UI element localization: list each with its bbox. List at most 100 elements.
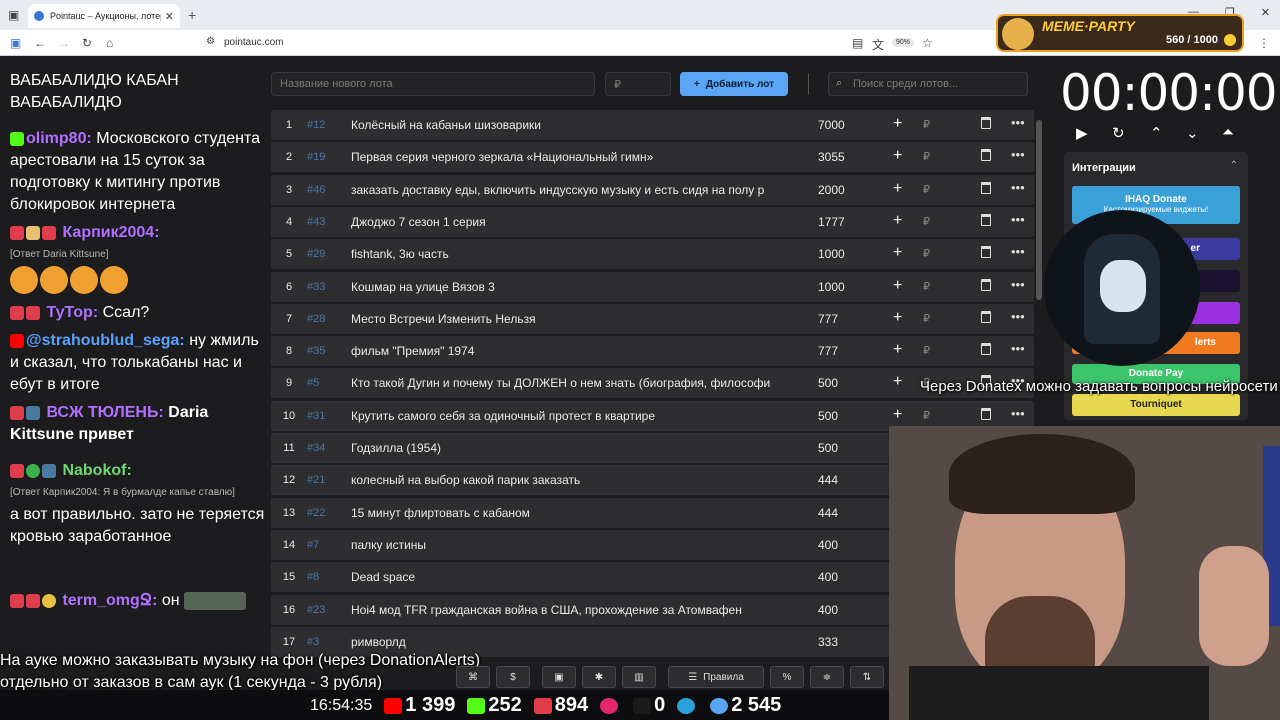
delete-lot-icon[interactable] xyxy=(981,117,991,129)
forward-icon[interactable]: → xyxy=(58,36,70,50)
url-text[interactable]: pointauc.com xyxy=(224,37,283,48)
lot-row[interactable]: 5 #29 fishtank, 3ю часть 1000 + ₽ ••• xyxy=(271,239,1034,270)
lot-name[interactable]: заказать доставку еды, включить индусску… xyxy=(351,183,791,197)
lot-name[interactable]: римворлд xyxy=(351,635,791,649)
more-options-icon[interactable]: ••• xyxy=(1011,244,1025,259)
more-options-icon[interactable]: ••• xyxy=(1011,406,1025,421)
add-amount-icon[interactable]: + xyxy=(893,309,902,327)
more-options-icon[interactable]: ••• xyxy=(1011,115,1025,130)
site-info-icon[interactable]: ⚙ xyxy=(206,36,215,47)
back-icon[interactable]: ← xyxy=(34,36,46,50)
lot-name[interactable]: Годзилла (1954) xyxy=(351,441,791,455)
lot-id: #28 xyxy=(307,312,326,325)
lot-amount: 1000 xyxy=(818,279,845,294)
lot-row[interactable]: 4 #43 Джоджо 7 сезон 1 серия 1777 + ₽ ••• xyxy=(271,206,1034,237)
rules-icon: ☰ xyxy=(688,671,698,683)
lot-name[interactable]: палку истины xyxy=(351,538,791,552)
lot-row[interactable]: 7 #28 Место Встречи Изменить Нельзя 777 + ₽ ••… xyxy=(271,303,1034,334)
bookmark-star-icon[interactable]: ☆ xyxy=(922,36,933,50)
translate-icon[interactable]: 文 xyxy=(872,36,884,53)
add-amount-icon[interactable]: + xyxy=(893,212,902,230)
lot-name[interactable]: fishtank, 3ю часть xyxy=(351,247,791,261)
more-options-icon[interactable]: ••• xyxy=(1011,147,1025,162)
delete-lot-icon[interactable] xyxy=(981,278,991,291)
lot-name[interactable]: Колёсный на кабаньи шизоварики xyxy=(351,118,791,132)
split-button[interactable]: ≑ xyxy=(810,666,844,688)
total-viewers: 2 545 xyxy=(731,694,782,716)
reload-icon[interactable]: ↻ xyxy=(82,36,92,50)
chevron-up-icon[interactable]: ⌃ xyxy=(1150,124,1163,142)
lot-name[interactable]: Кто такой Дугин и почему ты ДОЛЖЕН о нем… xyxy=(351,376,791,390)
double-up-icon[interactable]: ⏶ xyxy=(1222,124,1234,141)
add-amount-icon[interactable]: + xyxy=(893,115,902,133)
more-options-icon[interactable]: ••• xyxy=(1011,309,1025,324)
more-options-icon[interactable]: ••• xyxy=(1011,341,1025,356)
add-amount-icon[interactable]: + xyxy=(893,373,902,391)
add-amount-icon[interactable]: + xyxy=(893,341,902,359)
github-button[interactable]: ⌘ xyxy=(456,666,490,688)
lot-currency: ₽ xyxy=(923,151,930,164)
lot-name[interactable]: Место Встречи Изменить Нельзя xyxy=(351,312,791,326)
lot-name[interactable]: Крутить самого себя за одиночный протест… xyxy=(351,409,791,423)
delete-lot-icon[interactable] xyxy=(981,343,991,356)
zoom-level[interactable]: 90% xyxy=(892,38,915,47)
rules-button[interactable]: ☰ Правила xyxy=(668,666,764,688)
lot-name[interactable]: 15 минут флиртовать с кабаном xyxy=(351,506,791,520)
add-amount-icon[interactable]: + xyxy=(893,147,902,165)
lot-name[interactable]: Кошмар на улице Вязов 3 xyxy=(351,280,791,294)
add-lot-button[interactable]: + Добавить лот xyxy=(680,72,788,96)
play-icon[interactable]: ▶ xyxy=(1076,124,1088,142)
browser-menu-icon[interactable]: ⋮ xyxy=(1258,36,1270,50)
tourniquet-button[interactable]: Tourniquet xyxy=(1072,394,1240,416)
home-icon[interactable]: ⌂ xyxy=(106,36,113,50)
youtube-badge-icon xyxy=(10,333,24,348)
lot-name[interactable]: фильм "Премия" 1974 xyxy=(351,344,791,358)
delete-all-button[interactable]: ▥ xyxy=(622,666,656,688)
lot-name[interactable]: Первая серия черного зеркала «Национальн… xyxy=(351,150,791,164)
close-window-icon[interactable]: ✕ xyxy=(1261,6,1270,19)
chevron-down-icon[interactable]: ⌄ xyxy=(1186,124,1199,142)
add-amount-icon[interactable]: + xyxy=(893,406,902,424)
add-amount-icon[interactable]: + xyxy=(893,277,902,295)
new-tab-icon[interactable]: + xyxy=(188,7,196,23)
lot-name[interactable]: Джоджо 7 сезон 1 серия xyxy=(351,215,791,229)
amount-input[interactable]: ₽ xyxy=(605,72,671,96)
live-badge-icon xyxy=(10,463,24,478)
lot-index: 9 xyxy=(285,377,293,390)
reset-icon[interactable]: ↻ xyxy=(1112,124,1125,142)
extension-icon[interactable]: ▣ xyxy=(10,36,21,50)
more-options-icon[interactable]: ••• xyxy=(1011,180,1025,195)
close-tab-icon[interactable]: ✕ xyxy=(165,10,174,23)
percent-button[interactable]: % xyxy=(770,666,804,688)
add-amount-icon[interactable]: + xyxy=(893,180,902,198)
lot-row[interactable]: 3 #46 заказать доставку еды, включить инду… xyxy=(271,174,1034,205)
delete-lot-icon[interactable] xyxy=(981,246,991,259)
lot-name[interactable]: Hoi4 мод TFR гражданская война в США, пр… xyxy=(351,603,791,617)
lot-name[interactable]: Dead space xyxy=(351,570,791,584)
delete-lot-icon[interactable] xyxy=(981,407,991,420)
add-amount-icon[interactable]: + xyxy=(893,244,902,262)
sort-button[interactable]: ⇅ xyxy=(850,666,884,688)
save-button[interactable]: ▣ xyxy=(542,666,576,688)
search-input[interactable]: Поиск среди лотов... xyxy=(828,72,1028,96)
reader-icon[interactable]: ▤ xyxy=(852,36,863,50)
lot-row[interactable]: 1 #12 Колёсный на кабаньи шизоварики 7000 + ₽… xyxy=(271,110,1034,140)
lot-row[interactable]: 6 #33 Кошмар на улице Вязов 3 1000 + ₽ ••• xyxy=(271,271,1034,302)
delete-lot-icon[interactable] xyxy=(981,181,991,194)
browser-tab[interactable]: Pointauc – Аукционы, лотереи ✕ xyxy=(28,4,180,28)
more-options-icon[interactable]: ••• xyxy=(1011,212,1025,227)
bug-button[interactable]: ✱ xyxy=(582,666,616,688)
chevron-up-icon[interactable]: ⌃ xyxy=(1230,160,1238,171)
lots-scrollbar[interactable] xyxy=(1036,120,1042,300)
delete-lot-icon[interactable] xyxy=(981,310,991,323)
lot-row[interactable]: 2 #19 Первая серия черного зеркала «Национ… xyxy=(271,142,1034,173)
tab-sidebar-icon[interactable]: ▣ xyxy=(8,8,19,22)
more-options-icon[interactable]: ••• xyxy=(1011,277,1025,292)
delete-lot-icon[interactable] xyxy=(981,149,991,162)
lot-name[interactable]: колесный на выбор какой парик заказать xyxy=(351,473,791,487)
delete-lot-icon[interactable] xyxy=(981,213,991,226)
lot-row[interactable]: 8 #35 фильм "Премия" 1974 777 + ₽ ••• xyxy=(271,336,1034,367)
new-lot-input[interactable]: Название нового лота xyxy=(271,72,595,96)
chat-reply: [Ответ Daria Kittsune] xyxy=(10,249,109,260)
donate-dollar-button[interactable]: $ xyxy=(496,666,530,688)
